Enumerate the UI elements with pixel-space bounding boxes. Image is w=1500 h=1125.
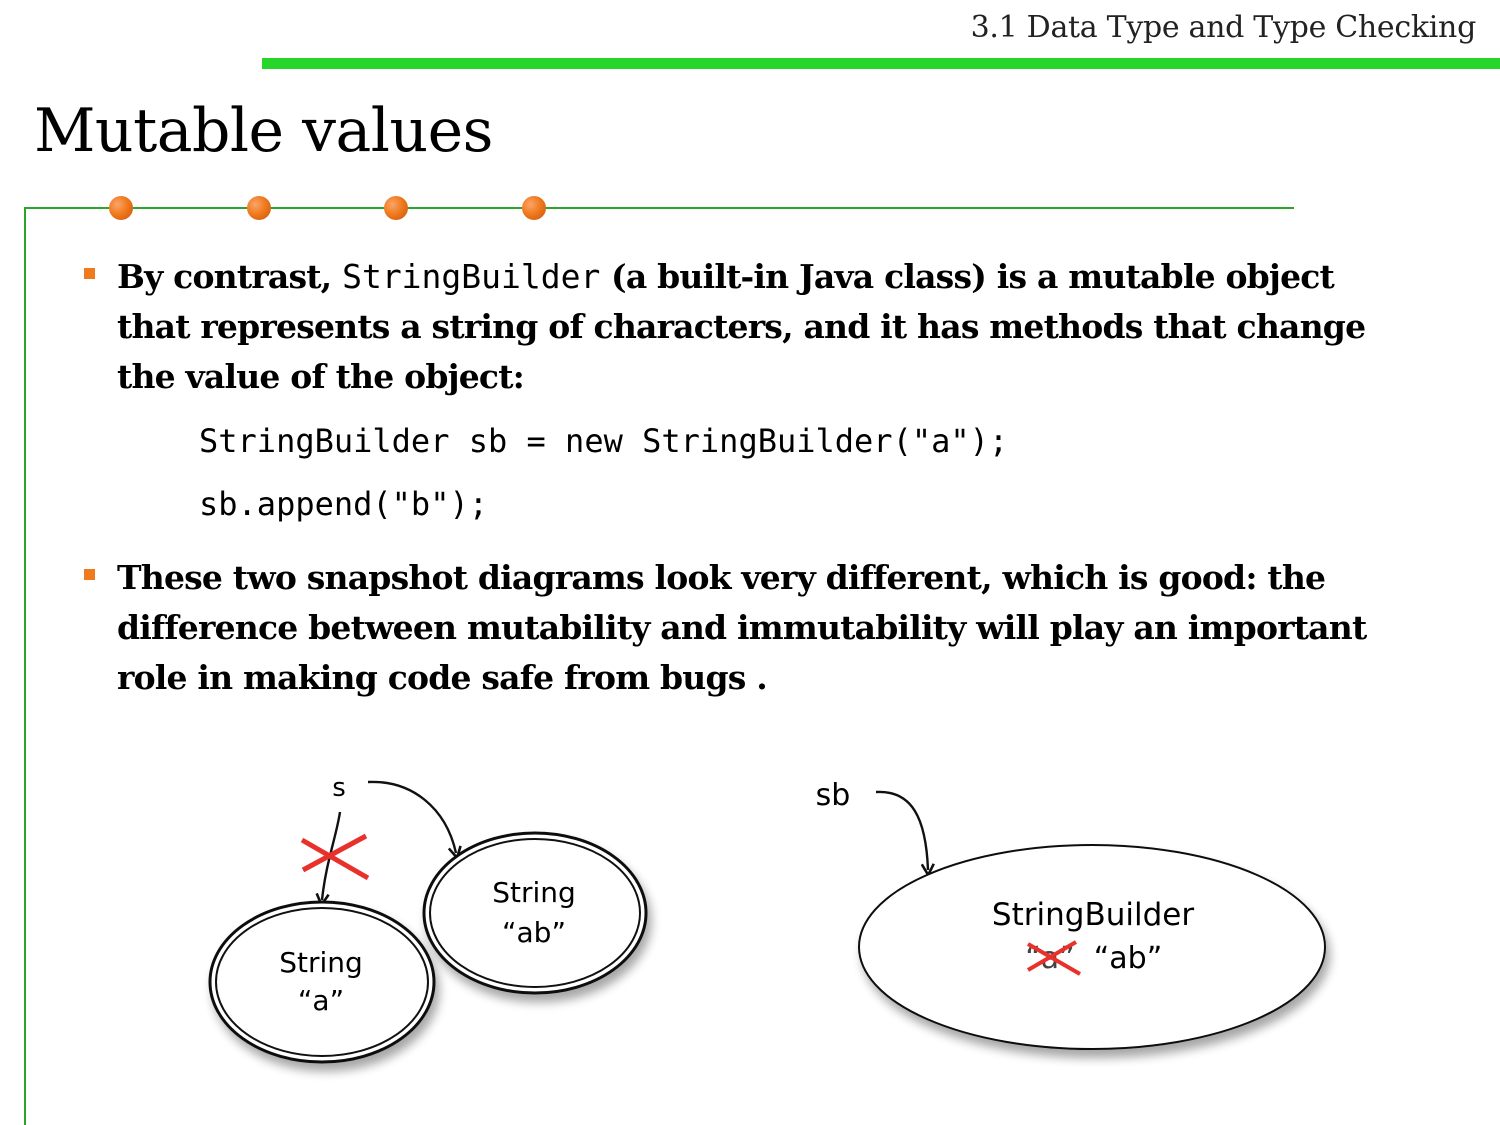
object-type-label: String — [492, 876, 576, 909]
object-value-label: “a” — [298, 984, 344, 1017]
immutable-string-diagram: s String “a” String “ab” — [208, 773, 648, 1064]
object-type-label: String — [279, 946, 363, 979]
snapshot-diagrams: s String “a” String “ab” sb StringBuilde… — [208, 773, 1326, 1064]
new-value-label: “ab” — [1094, 941, 1163, 976]
string-object-a: String “a” — [208, 900, 436, 1064]
object-value-label: “ab” — [502, 916, 566, 949]
mutable-stringbuilder-diagram: sb StringBuilder “a” “ab” — [816, 778, 1326, 1050]
variable-label-s: s — [332, 773, 346, 803]
object-type-label: StringBuilder — [992, 897, 1194, 933]
new-reference-arrow — [367, 780, 456, 853]
cross-out-icon — [300, 833, 370, 881]
variable-label-sb: sb — [816, 778, 851, 813]
reference-arrow — [875, 790, 928, 870]
string-object-ab: String “ab” — [422, 831, 648, 995]
stringbuilder-object: StringBuilder “a” “ab” — [858, 844, 1326, 1050]
